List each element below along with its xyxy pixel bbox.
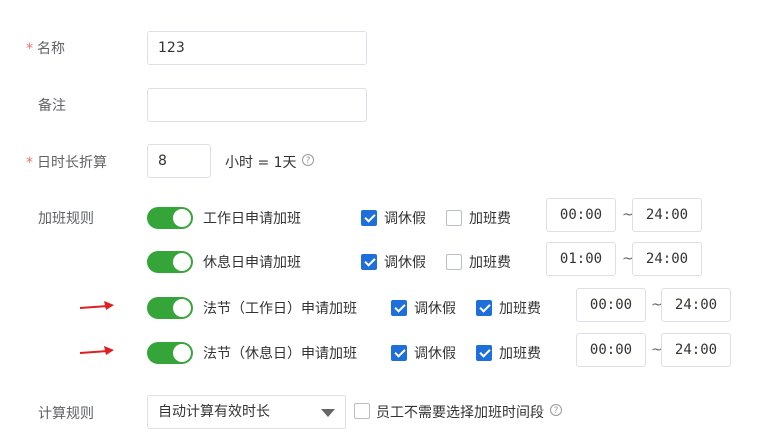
end-time-input[interactable]: 24:00 <box>632 242 702 276</box>
end-time-input[interactable]: 24:00 <box>661 288 731 322</box>
calc-rules-label: 计算规则 <box>38 406 94 422</box>
start-time-input[interactable]: 00:00 <box>546 198 616 232</box>
comp-leave-checkbox[interactable] <box>361 210 377 226</box>
remark-label: 备注 <box>38 98 66 114</box>
name-input[interactable]: 123 <box>147 31 367 65</box>
comp-leave-label: 调休假 <box>384 255 426 271</box>
comp-leave-checkbox[interactable] <box>361 254 377 270</box>
comp-leave-label: 调休假 <box>414 346 456 362</box>
end-time-input[interactable]: 24:00 <box>661 333 731 367</box>
day-length-label: * 日时长折算 <box>26 155 107 171</box>
comp-leave-checkbox[interactable] <box>391 345 407 361</box>
day-length-suffix: 小时 = 1天 <box>225 155 297 171</box>
start-time-input[interactable]: 01:00 <box>546 242 616 276</box>
overtime-pay-checkbox[interactable] <box>476 345 492 361</box>
switch-knob <box>173 299 191 317</box>
switch-knob <box>173 209 191 227</box>
overtime-pay-checkbox[interactable] <box>446 254 462 270</box>
overtime-rule-switch[interactable] <box>147 342 193 364</box>
overtime-pay-label: 加班费 <box>499 301 541 317</box>
switch-knob <box>173 344 191 362</box>
no-select-period-label: 员工不需要选择加班时间段 <box>376 405 544 421</box>
calc-rule-select[interactable]: 自动计算有效时长 <box>147 395 346 429</box>
overtime-rule-label: 法节（休息日）申请加班 <box>203 346 357 362</box>
overtime-rule-switch[interactable] <box>147 251 193 273</box>
caret-down-icon <box>321 409 335 417</box>
day-length-input[interactable]: 8 <box>147 144 211 178</box>
remark-input[interactable] <box>147 88 367 122</box>
overtime-pay-label: 加班费 <box>469 211 511 227</box>
calc-rule-selected: 自动计算有效时长 <box>158 404 270 420</box>
overtime-pay-checkbox[interactable] <box>476 300 492 316</box>
red-arrow-icon <box>79 346 114 355</box>
overtime-rule-switch[interactable] <box>147 297 193 319</box>
overtime-rule-switch[interactable] <box>147 207 193 229</box>
start-time-input[interactable]: 00:00 <box>576 333 646 367</box>
end-time-input[interactable]: 24:00 <box>632 198 702 232</box>
overtime-pay-checkbox[interactable] <box>446 210 462 226</box>
name-label: * 名称 <box>26 41 65 57</box>
comp-leave-checkbox[interactable] <box>391 300 407 316</box>
question-circle-icon[interactable]: ? <box>550 404 562 416</box>
overtime-rule-label: 工作日申请加班 <box>203 211 301 227</box>
no-select-period-checkbox[interactable] <box>354 403 370 419</box>
overtime-pay-label: 加班费 <box>469 255 511 271</box>
red-arrow-icon <box>79 301 114 310</box>
question-circle-icon[interactable]: ? <box>302 154 314 166</box>
comp-leave-label: 调休假 <box>414 301 456 317</box>
comp-leave-label: 调休假 <box>384 211 426 227</box>
overtime-rules-label: 加班规则 <box>38 211 94 227</box>
overtime-rule-label: 休息日申请加班 <box>203 255 301 271</box>
switch-knob <box>173 253 191 271</box>
overtime-rule-label: 法节（工作日）申请加班 <box>203 301 357 317</box>
overtime-pay-label: 加班费 <box>499 346 541 362</box>
start-time-input[interactable]: 00:00 <box>576 288 646 322</box>
